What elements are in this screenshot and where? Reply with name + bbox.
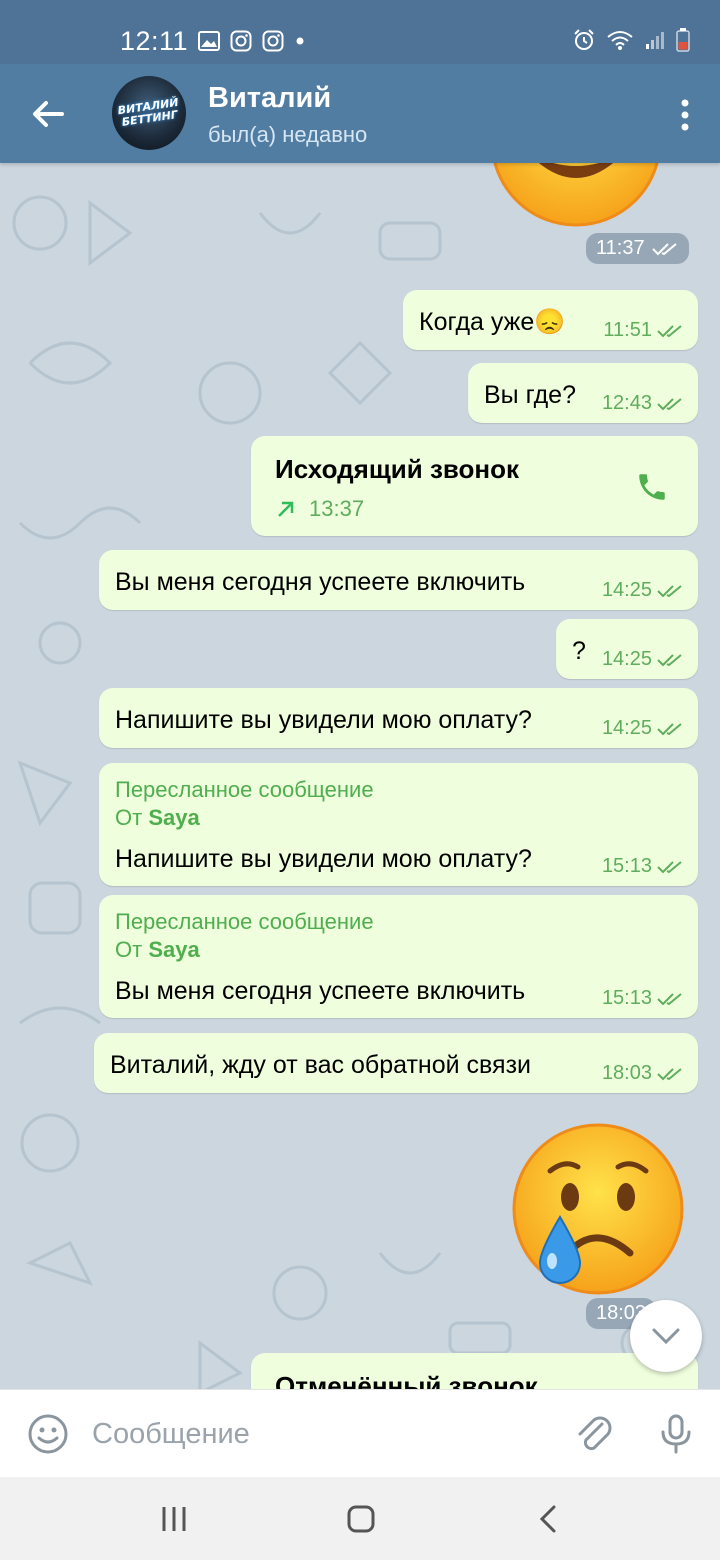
instagram-icon bbox=[262, 30, 284, 52]
dot-icon bbox=[296, 37, 304, 45]
forwarded-from-prefix: От bbox=[115, 937, 143, 962]
back-arrow-icon[interactable] bbox=[28, 94, 68, 134]
message-input[interactable]: Сообщение bbox=[92, 1418, 250, 1451]
home-icon[interactable] bbox=[341, 1499, 381, 1539]
forwarded-message-bubble[interactable]: Пересланное сообщение От Saya Напишите в… bbox=[99, 763, 698, 886]
message-bubble[interactable]: Вы где? 12:43 bbox=[468, 363, 698, 423]
forwarded-header: Пересланное сообщение bbox=[115, 909, 374, 934]
chat-area[interactable]: 11:37 Когда уже😞 11:51 Вы где? 12:43 Исх… bbox=[0, 163, 720, 1389]
message-time: 14:25 bbox=[601, 717, 652, 739]
message-input-bar: Сообщение bbox=[0, 1389, 720, 1477]
recent-apps-icon[interactable] bbox=[154, 1499, 194, 1539]
message-time: 14:25 bbox=[601, 648, 652, 670]
double-check-icon bbox=[657, 722, 682, 735]
signal-icon bbox=[646, 32, 664, 49]
sticker-time: 11:37 bbox=[586, 233, 689, 264]
message-bubble[interactable]: Виталий, жду от вас обратной связи 18:03 bbox=[94, 1033, 698, 1093]
message-text: ? bbox=[572, 637, 586, 665]
message-text: Напишите вы увидели мою оплату? bbox=[115, 845, 532, 873]
double-check-icon bbox=[657, 860, 682, 873]
contact-status: был(а) недавно bbox=[208, 122, 368, 147]
forwarded-sender[interactable]: Saya bbox=[148, 805, 199, 830]
outgoing-arrow-icon bbox=[278, 501, 294, 517]
forwarded-from: От Saya bbox=[115, 937, 200, 963]
alarm-icon bbox=[574, 29, 594, 50]
call-title: Исходящий звонок bbox=[275, 454, 520, 484]
status-right-icons bbox=[572, 28, 690, 52]
message-text: Вы где? bbox=[484, 381, 576, 409]
double-check-icon bbox=[657, 324, 682, 337]
call-time: 13:37 bbox=[309, 496, 365, 521]
double-check-icon bbox=[651, 242, 677, 255]
sticker-crying-face[interactable] bbox=[510, 1121, 686, 1297]
double-check-icon bbox=[657, 397, 682, 410]
message-time: 11:37 bbox=[596, 237, 645, 259]
message-bubble[interactable]: Когда уже😞 11:51 bbox=[403, 290, 698, 350]
double-check-icon bbox=[657, 992, 682, 1005]
message-bubble[interactable]: Вы меня сегодня успеете включить 14:25 bbox=[99, 550, 698, 610]
message-time: 15:13 bbox=[601, 987, 652, 1009]
forwarded-message-bubble[interactable]: Пересланное сообщение От Saya Вы меня се… bbox=[99, 895, 698, 1018]
message-time: 18:03 bbox=[601, 1062, 652, 1084]
back-icon[interactable] bbox=[528, 1499, 568, 1539]
gallery-icon bbox=[198, 31, 220, 51]
system-navigation-bar bbox=[0, 1477, 720, 1560]
sticker-smiling-face[interactable] bbox=[488, 163, 664, 229]
message-bubble[interactable]: ? 14:25 bbox=[556, 619, 698, 679]
emoji-icon[interactable] bbox=[26, 1412, 70, 1456]
avatar-logo-text: ВИТАЛИЙ БЕТТИНГ bbox=[116, 95, 180, 129]
status-time: 12:11 bbox=[120, 26, 189, 56]
microphone-icon[interactable] bbox=[654, 1412, 698, 1456]
scroll-down-button[interactable] bbox=[630, 1300, 702, 1372]
avatar[interactable]: ВИТАЛИЙ БЕТТИНГ bbox=[112, 76, 186, 150]
chat-header: ВИТАЛИЙ БЕТТИНГ Виталий был(а) недавно bbox=[0, 64, 720, 163]
contact-name[interactable]: Виталий bbox=[208, 82, 331, 115]
more-menu-icon[interactable] bbox=[680, 98, 690, 132]
wifi-icon bbox=[607, 31, 633, 50]
message-time: 15:13 bbox=[601, 855, 652, 877]
message-text: Когда уже😞 bbox=[419, 308, 566, 336]
phone-icon[interactable] bbox=[635, 470, 669, 504]
call-bubble[interactable]: Отменённый звонок bbox=[251, 1353, 698, 1389]
chevron-down-icon bbox=[652, 1328, 680, 1345]
message-time: 12:43 bbox=[601, 392, 652, 414]
battery-low-icon bbox=[676, 28, 690, 52]
message-bubble[interactable]: Напишите вы увидели мою оплату? 14:25 bbox=[99, 688, 698, 748]
forwarded-from-prefix: От bbox=[115, 805, 143, 830]
double-check-icon bbox=[657, 1067, 682, 1080]
message-text: Вы меня сегодня успеете включить bbox=[115, 977, 526, 1005]
forwarded-header: Пересланное сообщение bbox=[115, 777, 374, 802]
double-check-icon bbox=[657, 584, 682, 597]
forwarded-from: От Saya bbox=[115, 805, 200, 831]
double-check-icon bbox=[657, 653, 682, 666]
status-bar: 12:11 bbox=[0, 0, 720, 64]
message-text: Виталий, жду от вас обратной связи bbox=[110, 1051, 531, 1079]
message-text: Вы меня сегодня успеете включить bbox=[115, 568, 526, 596]
status-left-icons bbox=[198, 30, 306, 52]
message-time: 11:51 bbox=[603, 319, 652, 341]
instagram-icon bbox=[230, 30, 252, 52]
call-title: Отменённый звонок bbox=[275, 1371, 538, 1389]
call-bubble[interactable]: Исходящий звонок 13:37 bbox=[251, 436, 698, 536]
message-time: 14:25 bbox=[601, 579, 652, 601]
message-text: Напишите вы увидели мою оплату? bbox=[115, 706, 532, 734]
attach-icon[interactable] bbox=[572, 1412, 616, 1456]
forwarded-sender[interactable]: Saya bbox=[148, 937, 199, 962]
